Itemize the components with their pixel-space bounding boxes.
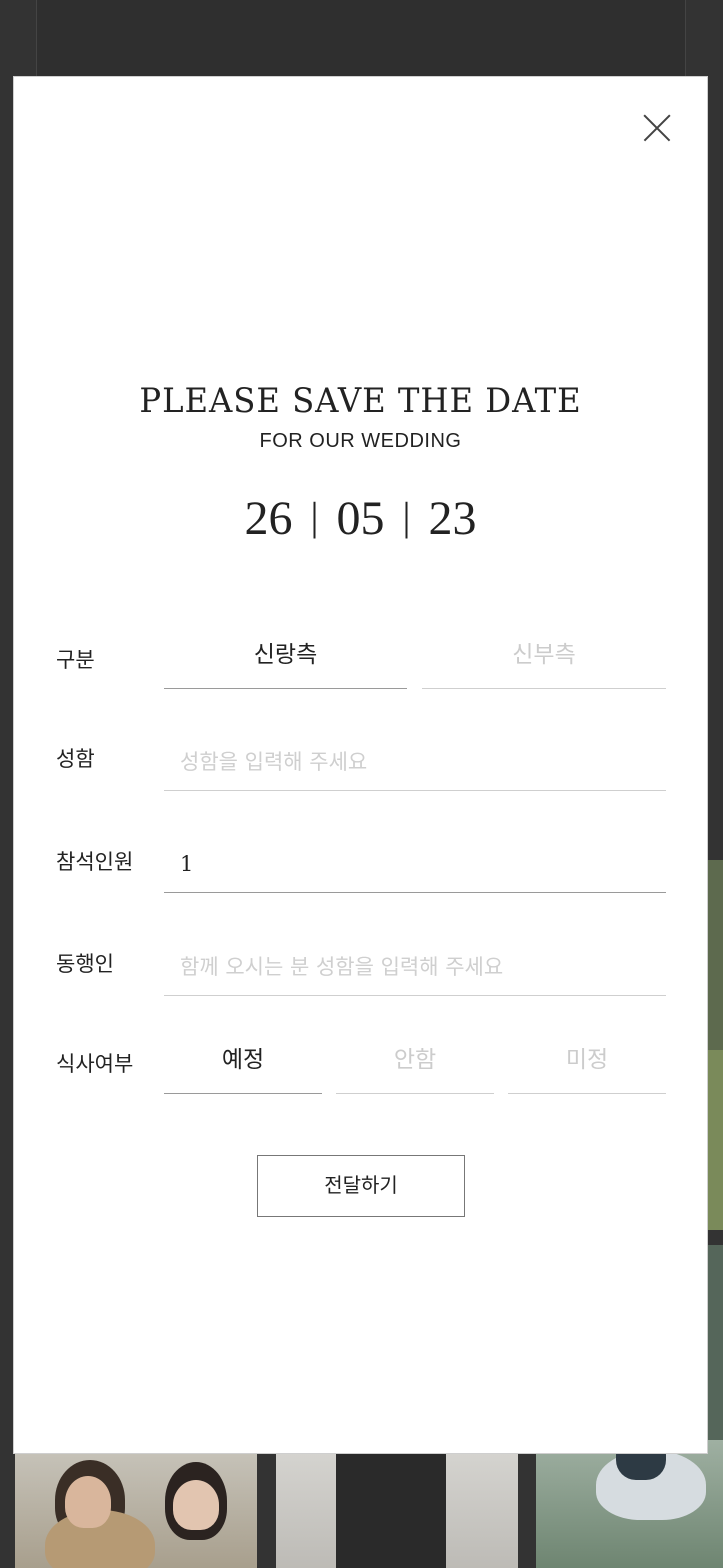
companion-field bbox=[164, 938, 666, 996]
background-photo-edge bbox=[708, 1050, 723, 1230]
modal-title: PLEASE SAVE THE DATE bbox=[139, 381, 582, 421]
side-label: 구분 bbox=[56, 648, 95, 672]
attendees-input[interactable] bbox=[164, 835, 666, 892]
attendees-label: 참석인원 bbox=[56, 850, 134, 874]
name-field bbox=[164, 733, 666, 791]
background-photo-edge bbox=[708, 860, 723, 1050]
companion-label: 동행인 bbox=[56, 952, 114, 976]
companion-input[interactable] bbox=[164, 938, 666, 995]
modal-subtitle: FOR OUR WEDDING bbox=[259, 430, 462, 452]
date-month: 05 bbox=[336, 492, 385, 545]
date-day: 26 bbox=[244, 492, 293, 545]
meal-option-undecided[interactable]: 미정 bbox=[508, 1038, 666, 1094]
rsvp-modal: PLEASE SAVE THE DATE FOR OUR WEDDING 26 |… bbox=[13, 76, 708, 1454]
gallery-photo[interactable] bbox=[15, 1440, 257, 1568]
meal-label: 식사여부 bbox=[56, 1052, 134, 1076]
date-year: 23 bbox=[428, 492, 477, 545]
date-separator: | bbox=[310, 494, 319, 539]
submit-button[interactable]: 전달하기 bbox=[257, 1155, 465, 1217]
side-option-groom[interactable]: 신랑측 bbox=[164, 633, 407, 689]
name-label: 성함 bbox=[56, 747, 95, 771]
date-separator: | bbox=[402, 494, 411, 539]
meal-option-no[interactable]: 안함 bbox=[336, 1038, 494, 1094]
gallery-photo[interactable] bbox=[536, 1440, 723, 1568]
name-input[interactable] bbox=[164, 733, 666, 790]
wedding-date: 26 | 05 | 23 bbox=[14, 491, 707, 546]
meal-option-planned[interactable]: 예정 bbox=[164, 1038, 322, 1094]
side-option-bride[interactable]: 신부측 bbox=[422, 633, 666, 689]
attendees-field bbox=[164, 835, 666, 893]
gallery-photo[interactable] bbox=[276, 1440, 518, 1568]
close-icon[interactable] bbox=[642, 113, 672, 143]
background-photo-edge bbox=[708, 1245, 723, 1445]
